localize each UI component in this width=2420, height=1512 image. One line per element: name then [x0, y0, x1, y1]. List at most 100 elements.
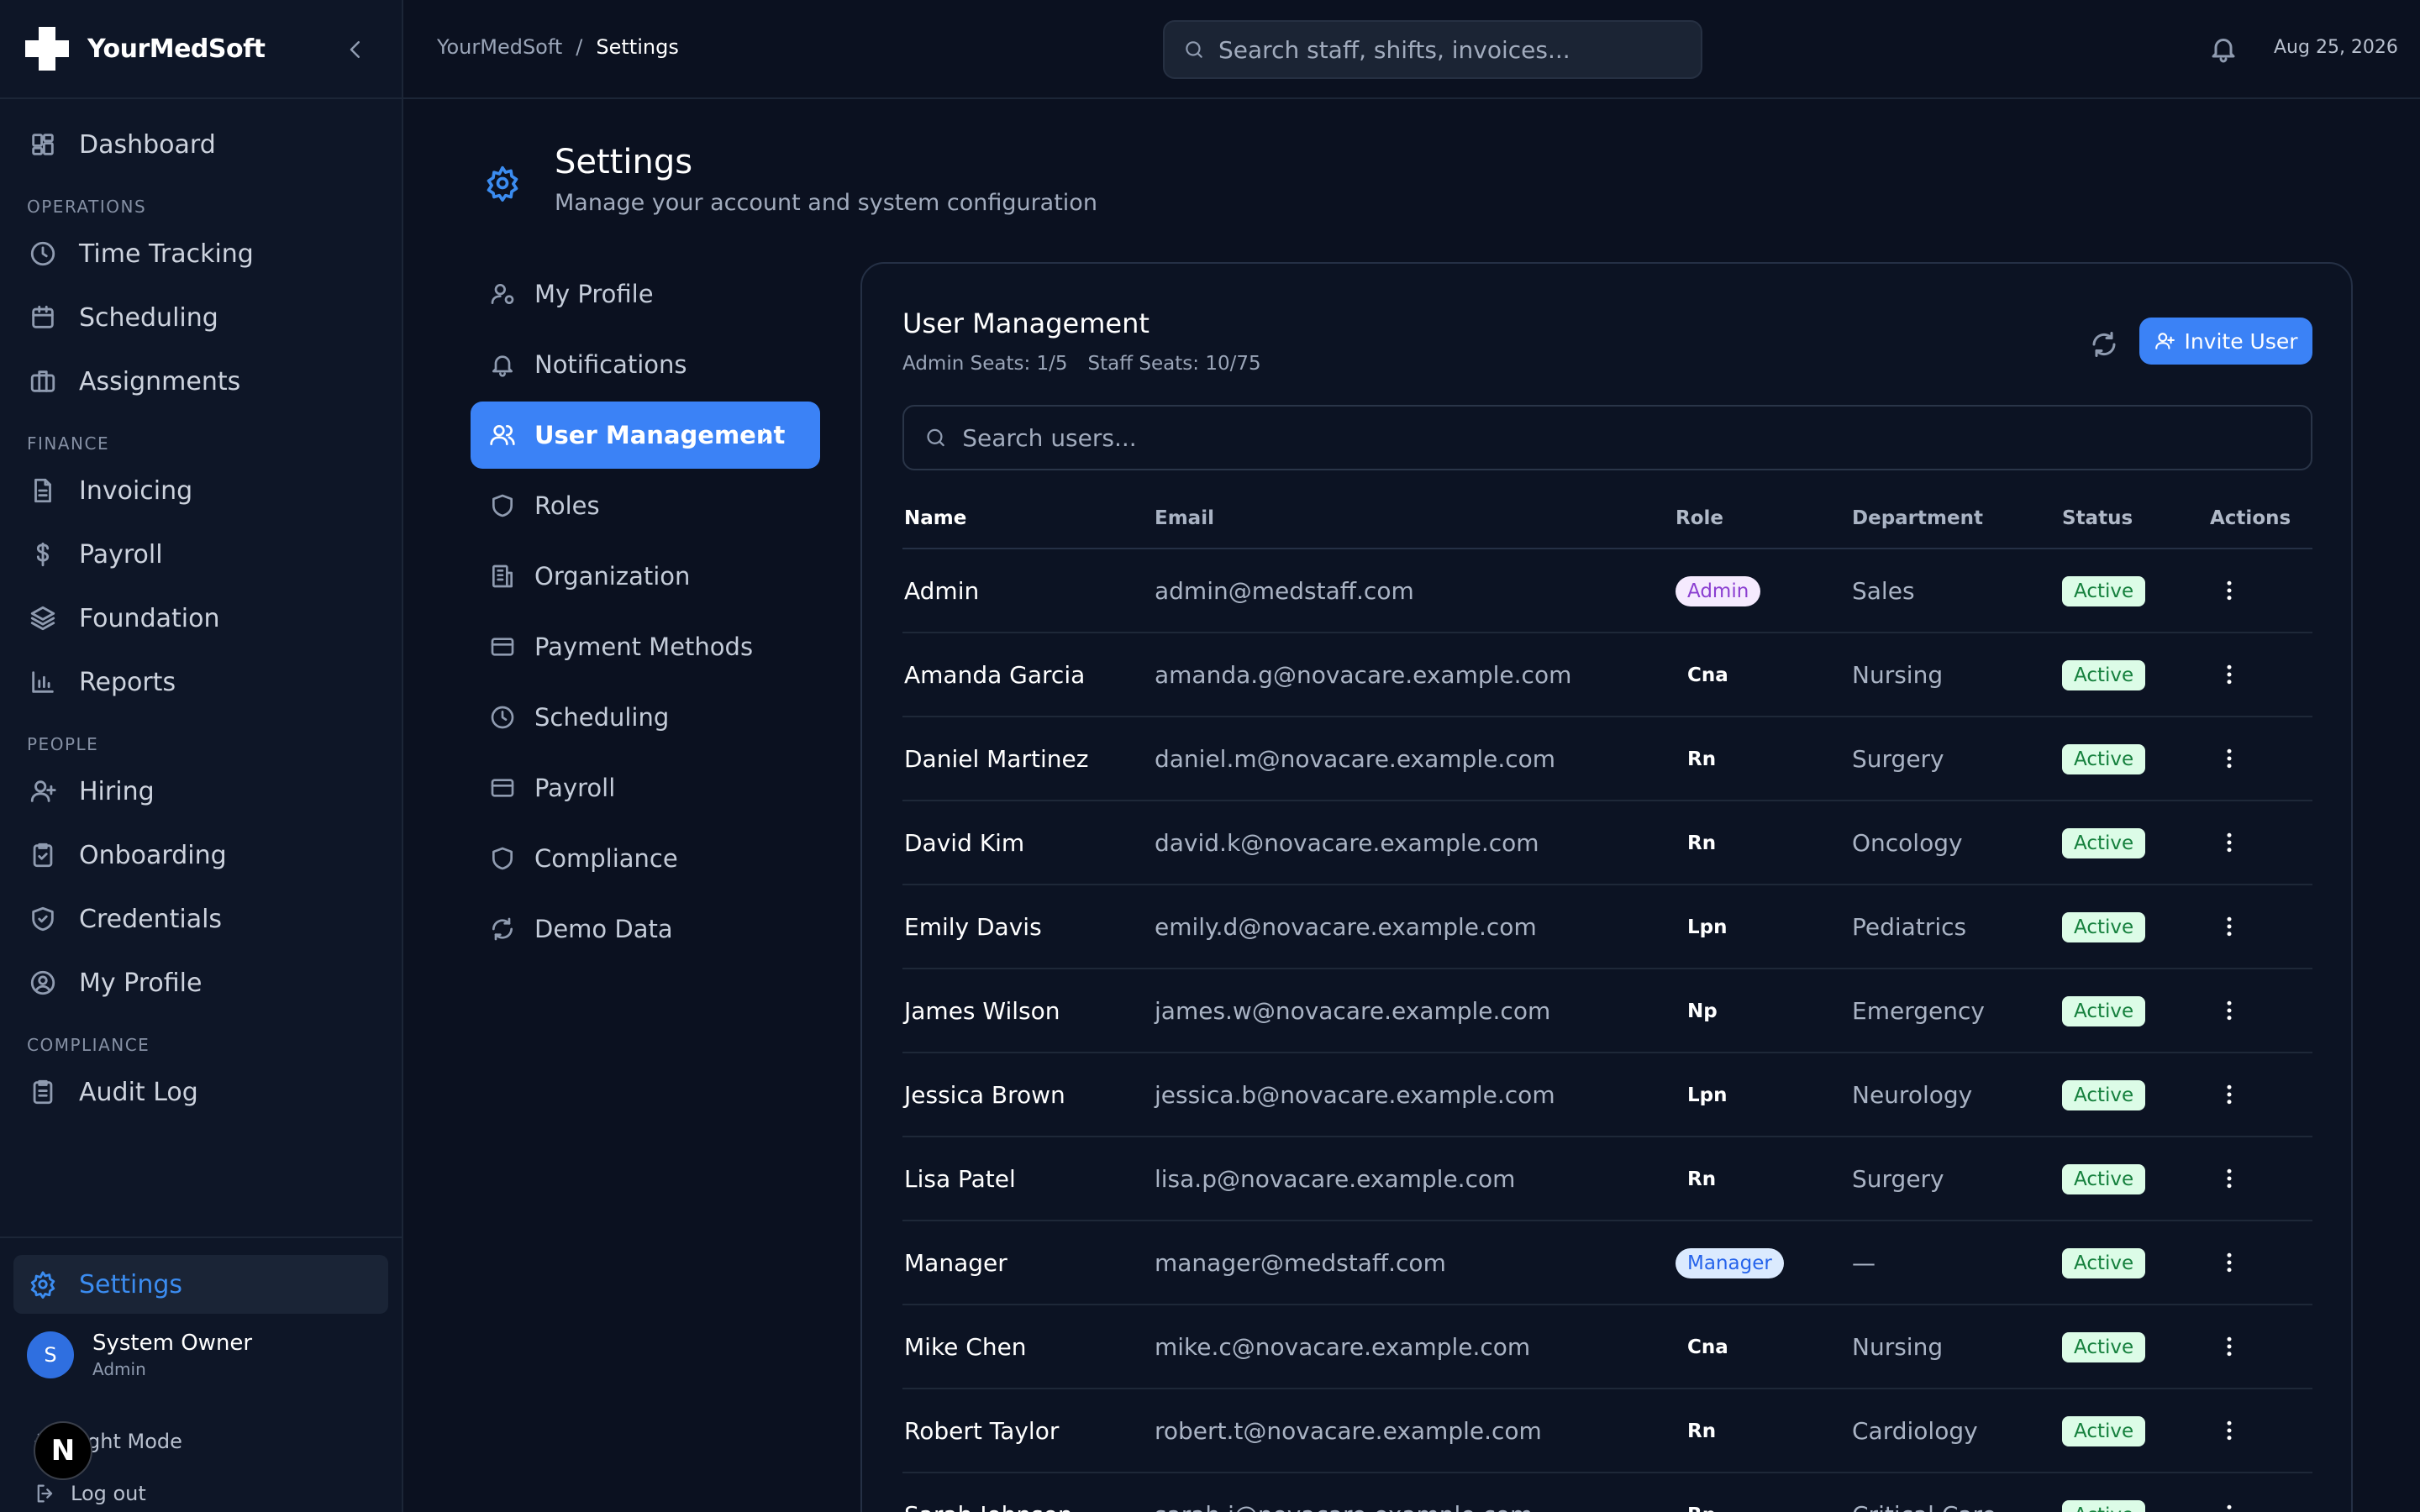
dev-tools-badge[interactable]: N [34, 1421, 92, 1480]
settings-nav-organization[interactable]: Organization [471, 543, 820, 610]
sidebar-item-hiring[interactable]: Hiring [0, 759, 402, 823]
status-badge: Active [2062, 1415, 2146, 1446]
column-header[interactable]: Name [902, 507, 1155, 529]
status-badge: Active [2062, 659, 2146, 690]
settings-nav-notifications[interactable]: Notifications [471, 331, 820, 398]
actions-cell [2210, 1082, 2311, 1107]
role-badge: Manager [1676, 1247, 1784, 1278]
user-search-input[interactable] [962, 423, 2291, 452]
table-row[interactable]: Admin admin@medstaff.com Admin Sales Active [902, 549, 2312, 633]
user-role: Admin [92, 1359, 146, 1379]
table-row[interactable]: Manager manager@medstaff.com Manager — Activ… [902, 1221, 2312, 1305]
user-name-cell: James Wilson [904, 996, 1060, 1025]
department-cell: Oncology [1852, 828, 1963, 857]
user-email-cell: emily.d@novacare.example.com [1155, 912, 1537, 941]
sidebar-item-settings[interactable]: Settings [13, 1255, 388, 1314]
more-vertical-icon[interactable] [2217, 1334, 2242, 1359]
more-vertical-icon[interactable] [2217, 914, 2242, 939]
card-title: User Management [902, 307, 1150, 339]
collapse-sidebar-icon[interactable] [343, 37, 368, 62]
seat-counts: Admin Seats: 1/5 Staff Seats: 10/75 [902, 353, 1261, 375]
global-search[interactable] [1163, 20, 1702, 79]
more-vertical-icon[interactable] [2217, 746, 2242, 771]
more-vertical-icon[interactable] [2217, 1418, 2242, 1443]
department-cell: Emergency [1852, 996, 1985, 1025]
department-cell: Neurology [1852, 1080, 1973, 1109]
sidebar-item-label: Dashboard [79, 129, 216, 160]
user-email-cell: daniel.m@novacare.example.com [1155, 744, 1556, 773]
table-row[interactable]: Daniel Martinez daniel.m@novacare.example… [902, 717, 2312, 801]
column-header[interactable]: Status [2062, 507, 2210, 529]
sidebar-item-label: Foundation [79, 603, 220, 633]
logout-button[interactable]: Log out [34, 1482, 146, 1505]
admin-seats: Admin Seats: 1/5 [902, 353, 1068, 375]
more-vertical-icon[interactable] [2217, 1166, 2242, 1191]
bell-icon[interactable] [2208, 34, 2238, 64]
settings-nav-my-profile[interactable]: My Profile [471, 260, 820, 328]
sidebar-item-payroll[interactable]: Payroll [0, 522, 402, 586]
breadcrumb-root[interactable]: YourMedSoft [437, 35, 562, 59]
sidebar-item-invoicing[interactable]: Invoicing [0, 459, 402, 522]
settings-nav-compliance[interactable]: Compliance [471, 825, 820, 892]
settings-nav-label: Compliance [534, 844, 678, 873]
more-vertical-icon[interactable] [2217, 1250, 2242, 1275]
page-subtitle: Manage your account and system configura… [555, 190, 1097, 216]
user-name-cell: Sarah Johnson [902, 1501, 1155, 1512]
settings-nav-payroll[interactable]: Payroll [471, 754, 820, 822]
search-icon [924, 426, 947, 449]
user-email-cell: jessica.b@novacare.example.com [1155, 1080, 1555, 1109]
user-cog-icon [489, 281, 516, 307]
more-vertical-icon[interactable] [2217, 578, 2242, 603]
table-row[interactable]: Sarah Johnsonsarah.j@novacare.example.co… [902, 1473, 2312, 1512]
sidebar-item-onboarding[interactable]: Onboarding [0, 823, 402, 887]
sidebar-item-my-profile[interactable]: My Profile [0, 951, 402, 1015]
gear-icon [29, 1270, 57, 1299]
user-search[interactable] [902, 405, 2312, 470]
role-cell: Rn [1676, 1499, 1852, 1512]
global-search-input[interactable] [1218, 35, 1682, 64]
more-vertical-icon[interactable] [2217, 830, 2242, 855]
settings-nav-payment-methods[interactable]: Payment Methods [471, 613, 820, 680]
sidebar-item-reports[interactable]: Reports [0, 650, 402, 714]
table-row[interactable]: Emily Davis emily.d@novacare.example.com L… [902, 885, 2312, 969]
table-row[interactable]: Robert Taylor robert.t@novacare.example.c… [902, 1389, 2312, 1473]
table-row[interactable]: James Wilson james.w@novacare.example.com… [902, 969, 2312, 1053]
sidebar-item-dashboard[interactable]: Dashboard [0, 113, 402, 176]
clock-icon [29, 239, 57, 268]
sidebar-item-label: Hiring [79, 776, 155, 806]
column-header[interactable]: Department [1852, 507, 2062, 529]
section-operations: OPERATIONS [27, 197, 147, 217]
more-vertical-icon[interactable] [2217, 1082, 2242, 1107]
current-user[interactable]: S System Owner Admin [27, 1331, 252, 1379]
settings-nav-roles[interactable]: Roles [471, 472, 820, 539]
more-vertical-icon[interactable] [2217, 998, 2242, 1023]
table-row[interactable]: Jessica Brown jessica.b@novacare.example.… [902, 1053, 2312, 1137]
settings-nav-label: Payment Methods [534, 633, 754, 661]
table-row[interactable]: Lisa Patel lisa.p@novacare.example.com Rn S… [902, 1137, 2312, 1221]
sidebar-item-time-tracking[interactable]: Time Tracking [0, 222, 402, 286]
invite-user-button[interactable]: Invite User [2139, 318, 2312, 365]
department-cell: Cardiology [1852, 1416, 1978, 1445]
sidebar-item-label: My Profile [79, 968, 203, 998]
more-vertical-icon[interactable] [2217, 662, 2242, 687]
column-header[interactable]: Role [1676, 507, 1852, 529]
table-row[interactable]: David Kim david.k@novacare.example.com Rn O… [902, 801, 2312, 885]
role-badge: Np [1687, 1000, 1718, 1022]
column-header[interactable]: Email [1155, 507, 1676, 529]
settings-nav-user-management[interactable]: User Management [471, 402, 820, 469]
sidebar-item-foundation[interactable]: Foundation [0, 586, 402, 650]
table-row[interactable]: Mike Chen mike.c@novacare.example.com Cna N… [902, 1305, 2312, 1389]
section-compliance: COMPLIANCE [27, 1035, 150, 1055]
role-cell: Manager [1676, 1247, 1852, 1278]
refresh-icon[interactable] [2089, 329, 2119, 360]
settings-nav-scheduling[interactable]: Scheduling [471, 684, 820, 751]
sidebar-item-credentials[interactable]: Credentials [0, 887, 402, 951]
department-cell: Surgery [1852, 1164, 1944, 1193]
sidebar-item-audit-log[interactable]: Audit Log [0, 1060, 402, 1124]
more-vertical-icon[interactable] [2217, 1502, 2242, 1512]
role-badge: Lpn [1687, 1084, 1728, 1106]
sidebar-item-scheduling[interactable]: Scheduling [0, 286, 402, 349]
settings-nav-demo-data[interactable]: Demo Data [471, 895, 820, 963]
sidebar-item-assignments[interactable]: Assignments [0, 349, 402, 413]
table-row[interactable]: Amanda Garcia amanda.g@novacare.example.c… [902, 633, 2312, 717]
